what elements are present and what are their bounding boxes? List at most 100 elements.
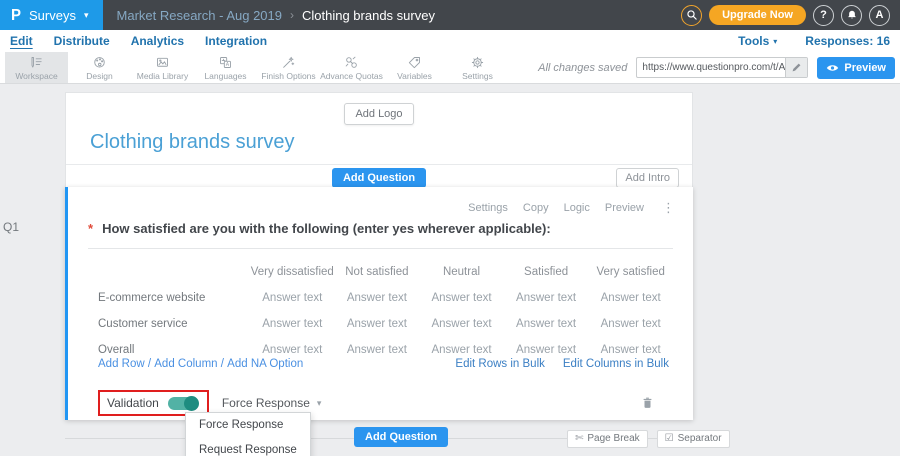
surveys-product-menu[interactable]: P Surveys ▾ xyxy=(0,0,103,30)
answer-text-cell[interactable]: Answer text xyxy=(588,311,673,337)
help-button[interactable]: ? xyxy=(813,5,834,26)
question-preview-link[interactable]: Preview xyxy=(605,202,644,214)
response-mode-dropdown[interactable]: Force Response ▾ xyxy=(222,396,322,410)
toolbar-item-design[interactable]: Design xyxy=(68,52,131,83)
menu-option-force-response[interactable]: Force Response xyxy=(186,413,310,438)
column-header[interactable]: Not satisfied xyxy=(335,259,420,285)
column-header[interactable]: Very dissatisfied xyxy=(250,259,335,285)
survey-url-input[interactable]: https://www.questionpro.com/t/APNrFZ xyxy=(637,58,785,77)
chevron-down-icon: ▾ xyxy=(773,37,777,46)
tab-distribute[interactable]: Distribute xyxy=(54,34,110,48)
tab-edit[interactable]: Edit xyxy=(10,34,33,48)
breadcrumb-folder-link[interactable]: Market Research - Aug 2019 xyxy=(117,8,282,23)
answer-text-cell[interactable]: Answer text xyxy=(250,285,335,311)
validation-row: Validation Force Response ▾ xyxy=(98,390,669,416)
survey-url-box: https://www.questionpro.com/t/APNrFZ xyxy=(636,57,808,78)
toolbar-item-settings[interactable]: Settings xyxy=(446,52,509,83)
answer-text-cell[interactable]: Answer text xyxy=(335,311,420,337)
tab-analytics[interactable]: Analytics xyxy=(131,34,184,48)
link-separator: / xyxy=(145,358,155,370)
question-settings-link[interactable]: Settings xyxy=(468,202,508,214)
question-copy-link[interactable]: Copy xyxy=(523,202,549,214)
row-header[interactable]: E-commerce website xyxy=(98,285,250,311)
add-question-button-top[interactable]: Add Question xyxy=(332,168,426,188)
matrix-table: Very dissatisfied Not satisfied Neutral … xyxy=(98,259,673,363)
top-bar: P Surveys ▾ Market Research - Aug 2019 ›… xyxy=(0,0,900,30)
toolbar-item-workspace[interactable]: Workspace xyxy=(5,52,68,83)
footer-chips: ✄ Page Break ☑ Separator xyxy=(567,430,730,448)
toolbar-label: Finish Options xyxy=(261,71,315,81)
column-header[interactable]: Satisfied xyxy=(504,259,589,285)
questionpro-logo: P xyxy=(11,7,21,23)
tab-integration[interactable]: Integration xyxy=(205,34,267,48)
question-number-label: Q1 xyxy=(3,220,19,234)
workspace-icon xyxy=(29,55,44,70)
toolbar-item-media-library[interactable]: Media Library xyxy=(131,52,194,83)
validation-toggle[interactable] xyxy=(168,397,198,410)
preview-button[interactable]: Preview xyxy=(817,57,895,79)
add-logo-row: Add Logo xyxy=(66,93,692,127)
response-mode-menu: Force Response Request Response xyxy=(185,412,311,456)
separator-toggle[interactable]: ☑ Separator xyxy=(657,430,730,448)
answer-text-cell[interactable]: Answer text xyxy=(250,311,335,337)
question-text[interactable]: How satisfied are you with the following… xyxy=(102,221,551,236)
add-na-option-link[interactable]: Add NA Option xyxy=(227,358,303,370)
edit-url-button[interactable] xyxy=(785,58,807,77)
breadcrumb: Market Research - Aug 2019 › Clothing br… xyxy=(117,8,435,23)
trash-icon xyxy=(640,395,655,411)
add-column-link[interactable]: Add Column xyxy=(154,358,217,370)
survey-header-card: Add Logo Clothing brands survey Add Ques… xyxy=(65,92,693,191)
delete-question-button[interactable] xyxy=(640,395,655,411)
column-header[interactable]: Neutral xyxy=(419,259,504,285)
toggle-knob xyxy=(184,396,199,411)
editor-toolbar: Workspace Design Media Library A Languag… xyxy=(0,52,900,84)
toolbar-item-advance-quotas[interactable]: Advance Quotas xyxy=(320,52,383,83)
answer-text-cell[interactable]: Answer text xyxy=(335,285,420,311)
edit-columns-in-bulk-link[interactable]: Edit Columns in Bulk xyxy=(563,358,669,370)
chain-links-icon xyxy=(344,55,359,70)
toolbar-label: Media Library xyxy=(137,71,189,81)
column-header[interactable]: Very satisfied xyxy=(588,259,673,285)
toolbar-item-languages[interactable]: A Languages xyxy=(194,52,257,83)
nav-right: Tools ▾ Responses: 16 xyxy=(738,34,890,48)
kebab-menu-icon[interactable]: ⋮ xyxy=(662,201,675,214)
validation-label: Validation xyxy=(107,396,159,410)
response-mode-value: Force Response xyxy=(222,396,310,410)
answer-text-cell[interactable]: Answer text xyxy=(504,311,589,337)
required-asterisk: * xyxy=(88,221,93,236)
add-logo-button[interactable]: Add Logo xyxy=(344,103,413,125)
notifications-button[interactable] xyxy=(841,5,862,26)
tools-menu[interactable]: Tools ▾ xyxy=(738,34,777,48)
add-question-button-bottom[interactable]: Add Question xyxy=(354,427,448,447)
answer-text-cell[interactable]: Answer text xyxy=(588,285,673,311)
section-nav: Edit Distribute Analytics Integration To… xyxy=(0,30,900,52)
toolbar-label: Settings xyxy=(462,71,493,81)
menu-option-request-response[interactable]: Request Response xyxy=(186,438,310,456)
bulk-edit-links: Edit Rows in Bulk Edit Columns in Bulk xyxy=(455,358,669,370)
question-text-row: * How satisfied are you with the followin… xyxy=(88,221,673,236)
page-break-button[interactable]: ✄ Page Break xyxy=(567,430,648,448)
search-button[interactable] xyxy=(681,5,702,26)
upgrade-now-button[interactable]: Upgrade Now xyxy=(709,5,806,25)
page-break-icon: ✄ xyxy=(575,433,583,444)
toolbar-label: Design xyxy=(86,71,112,81)
link-separator: / xyxy=(218,358,228,370)
separator-label: Separator xyxy=(678,433,722,444)
answer-text-cell[interactable]: Answer text xyxy=(419,311,504,337)
edit-rows-in-bulk-link[interactable]: Edit Rows in Bulk xyxy=(455,358,544,370)
toolbar-item-variables[interactable]: Variables xyxy=(383,52,446,83)
autosave-status: All changes saved xyxy=(538,62,627,74)
toolbar-item-finish-options[interactable]: Finish Options xyxy=(257,52,320,83)
responses-count-link[interactable]: Responses: 16 xyxy=(805,34,890,48)
search-icon xyxy=(686,9,698,21)
survey-title[interactable]: Clothing brands survey xyxy=(66,127,692,164)
translate-icon: A xyxy=(218,55,233,70)
add-intro-button[interactable]: Add Intro xyxy=(616,168,679,188)
answer-text-cell[interactable]: Answer text xyxy=(504,285,589,311)
question-logic-link[interactable]: Logic xyxy=(564,202,590,214)
gear-icon xyxy=(470,55,485,70)
account-avatar[interactable]: A xyxy=(869,5,890,26)
answer-text-cell[interactable]: Answer text xyxy=(419,285,504,311)
add-row-link[interactable]: Add Row xyxy=(98,358,145,370)
row-header[interactable]: Customer service xyxy=(98,311,250,337)
